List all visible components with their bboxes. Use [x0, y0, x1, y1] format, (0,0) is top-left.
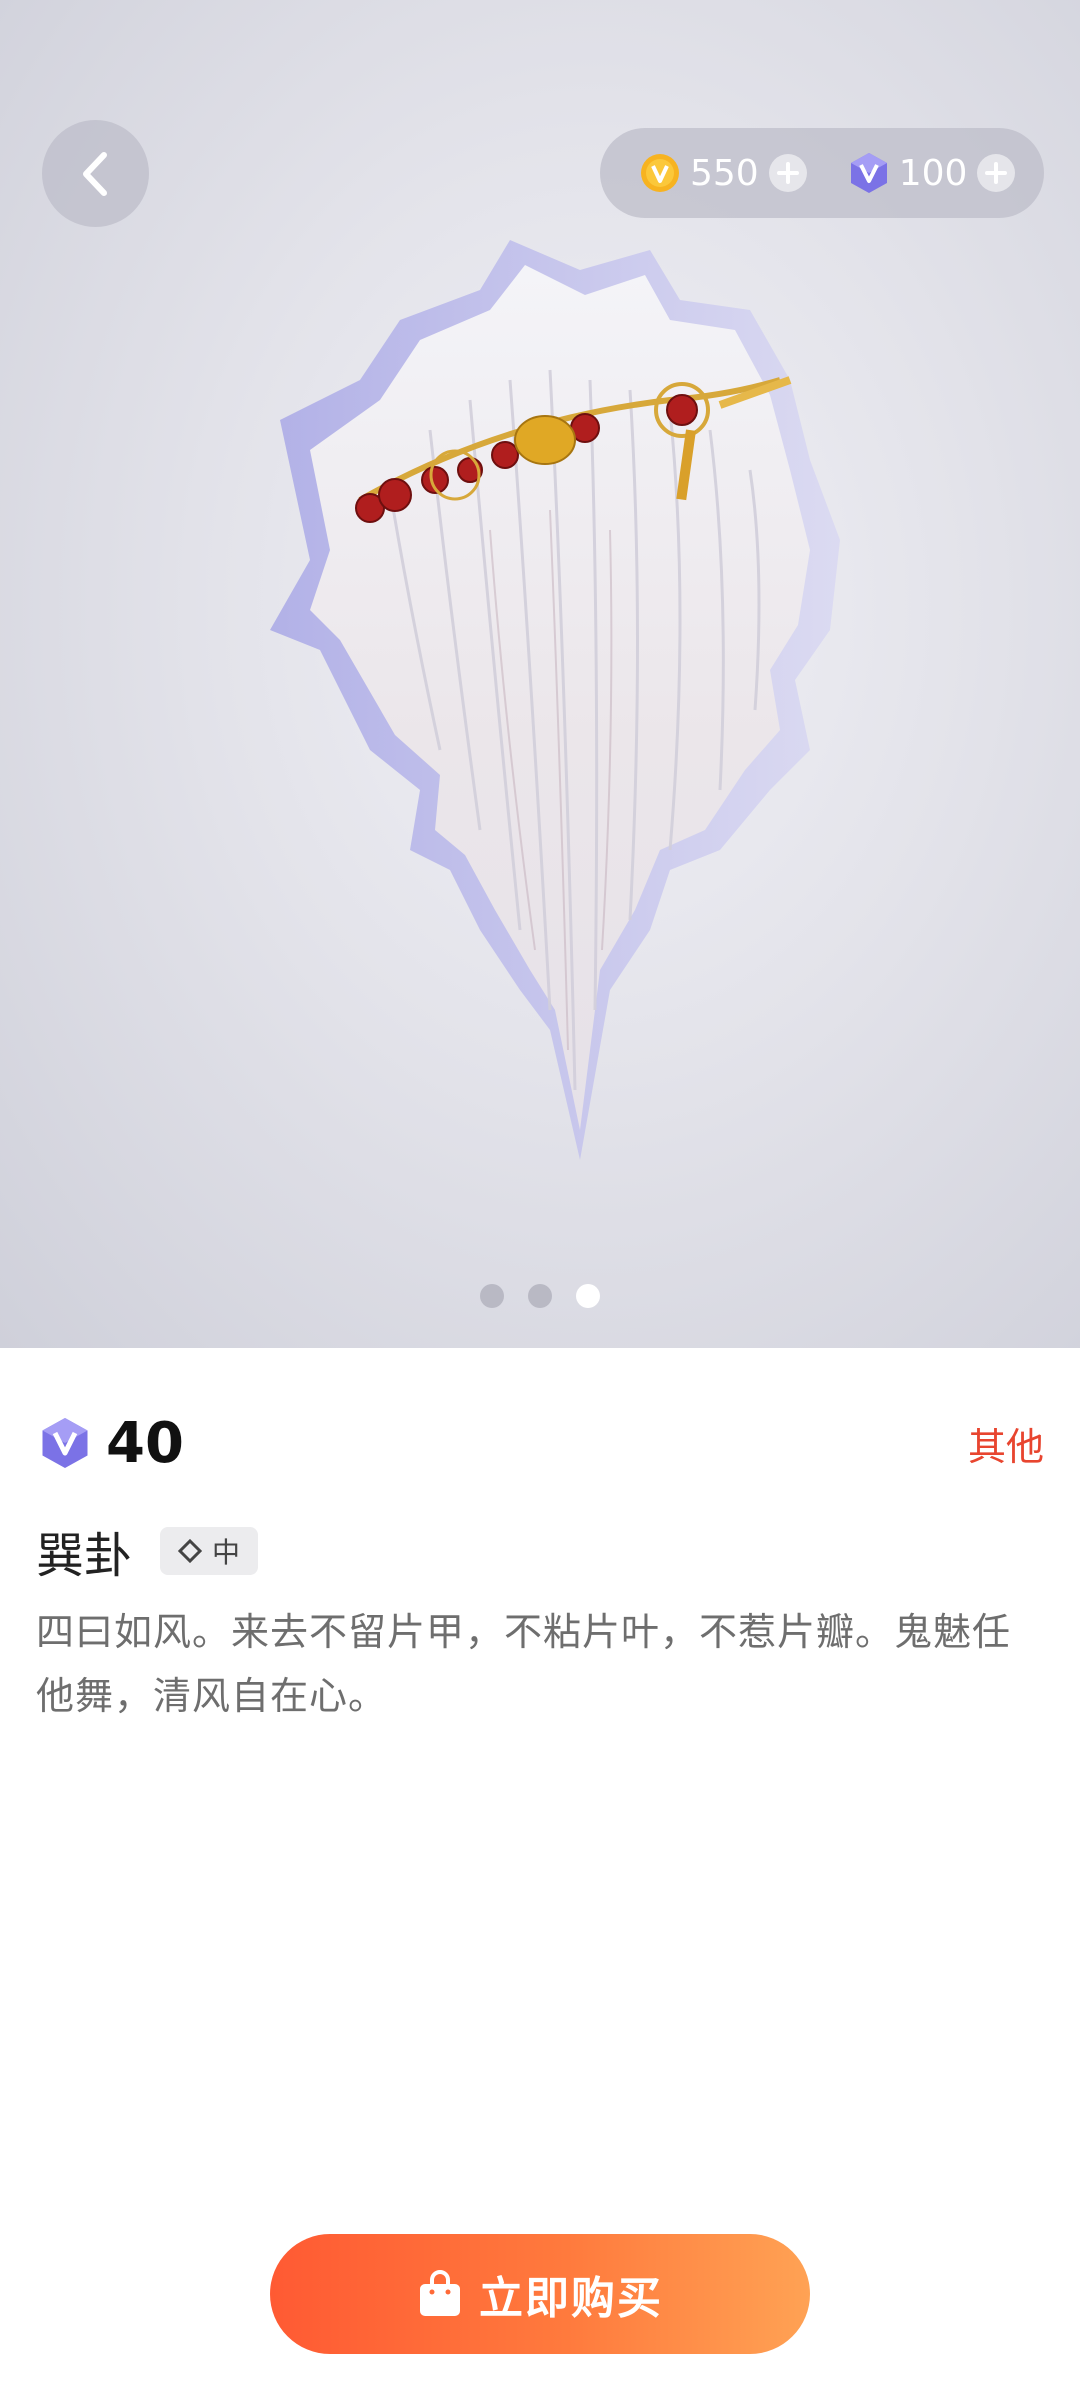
purple-gem-icon — [42, 1418, 88, 1468]
name-row: 巽卦 中 — [36, 1516, 259, 1586]
item-detail-page: 550 100 40 其他 巽卦 中 四曰如风。来去不留片甲，不粘片叶，不惹片瓣… — [0, 0, 1080, 2400]
item-category: 其他 — [967, 1424, 1044, 1469]
gem-value: 100 — [898, 152, 968, 194]
diamond-outline-icon — [178, 1539, 203, 1563]
item-preview[interactable]: 550 100 — [0, 0, 1080, 1348]
plus-icon — [776, 162, 799, 184]
back-button[interactable] — [42, 120, 149, 227]
pagination-dot-1[interactable] — [480, 1284, 504, 1308]
add-coins-button[interactable] — [768, 154, 807, 192]
item-description: 四曰如风。来去不留片甲，不粘片叶，不惹片瓣。鬼魅任他舞，清风自在心。 — [36, 1610, 1012, 1718]
rarity-badge: 中 — [160, 1527, 259, 1575]
shopping-bag-icon — [420, 2270, 460, 2316]
pagination-dot-2[interactable] — [528, 1284, 552, 1308]
plus-icon — [985, 162, 1008, 184]
coin-balance: 550 — [640, 153, 807, 194]
buy-now-label: 立即购买 — [479, 2273, 663, 2324]
item-name: 巽卦 — [36, 1528, 133, 1584]
add-gems-button[interactable] — [977, 154, 1016, 192]
gem-balance: 100 — [849, 152, 1016, 194]
price-row: 40 其他 — [40, 1408, 1044, 1478]
hair-preview-image — [270, 240, 840, 1160]
currency-balance-bar: 550 100 — [600, 128, 1044, 218]
purple-gem-icon — [850, 153, 887, 193]
pagination-dot-3[interactable] — [576, 1284, 600, 1308]
buy-now-button[interactable]: 立即购买 — [270, 2234, 810, 2354]
gold-coin-icon — [641, 154, 679, 192]
coin-value: 550 — [690, 152, 759, 194]
chevron-left-icon — [82, 151, 107, 196]
rarity-label: 中 — [212, 1536, 241, 1569]
image-pagination — [0, 1284, 1080, 1308]
item-price: 40 — [106, 1410, 184, 1476]
